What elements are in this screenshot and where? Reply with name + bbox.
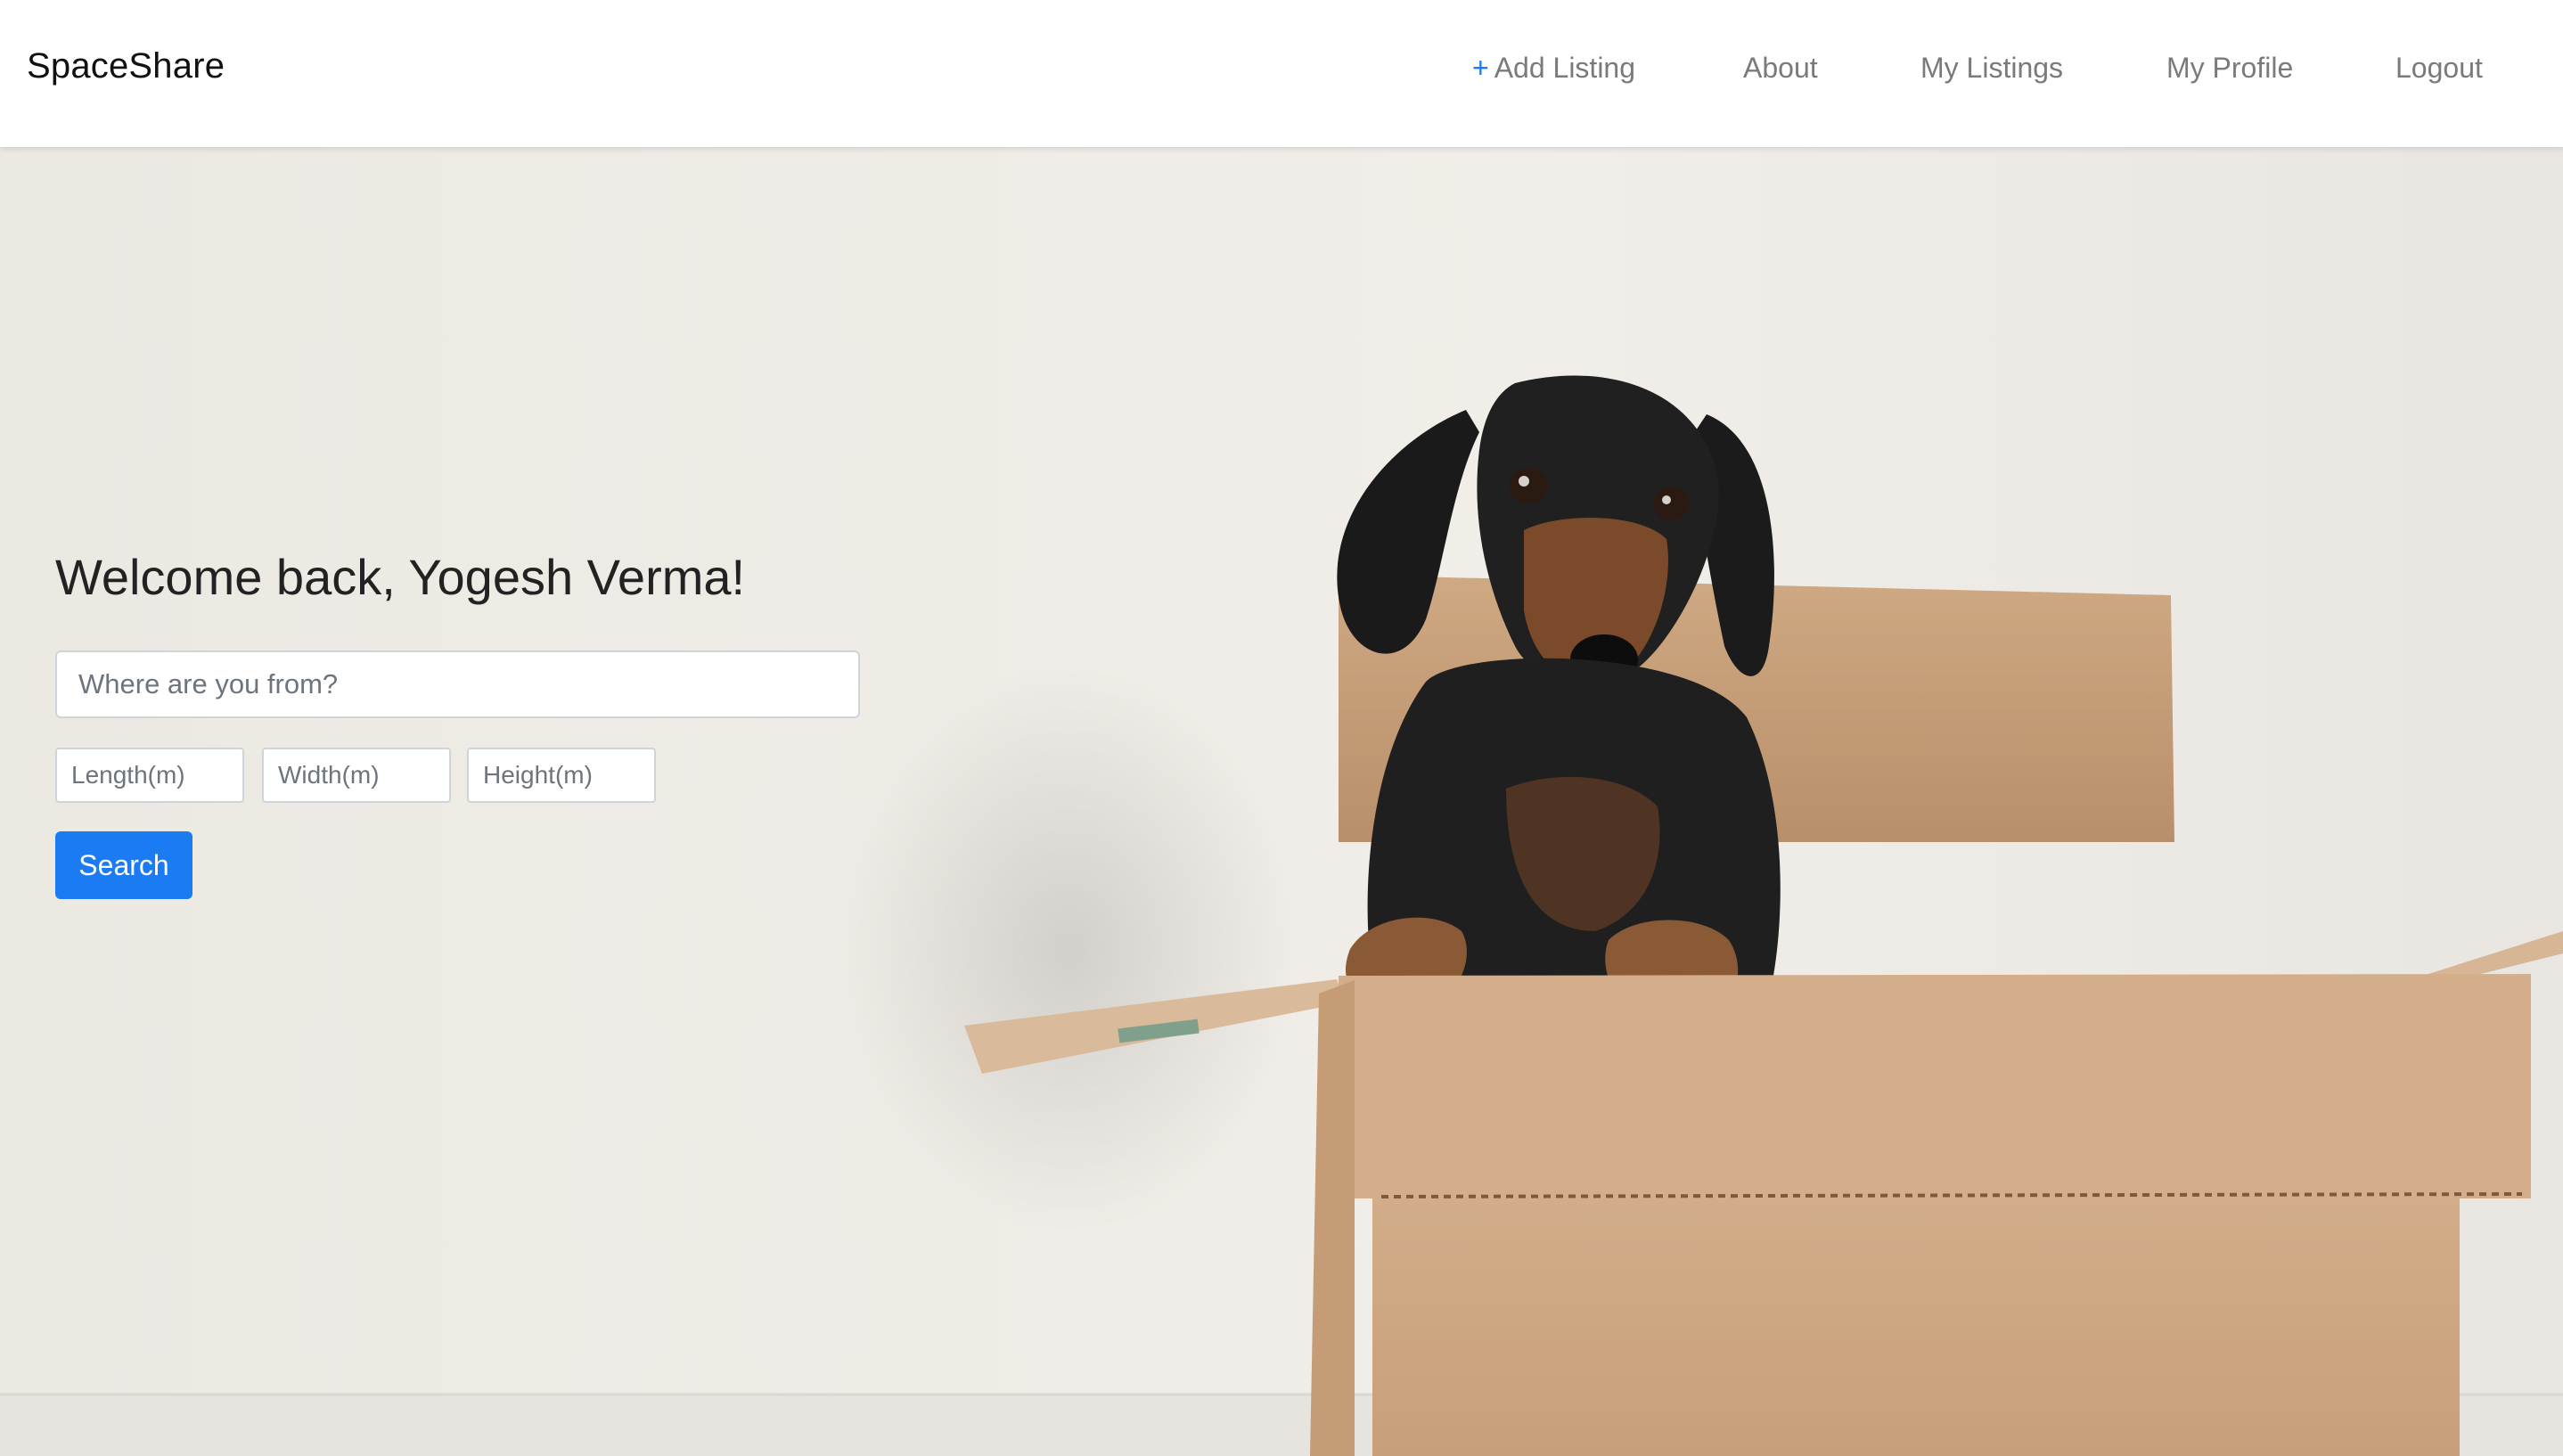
nav-my-listings[interactable]: My Listings [1920, 52, 2063, 85]
nav-add-listing[interactable]: + Add Listing [1472, 52, 1635, 85]
nav-my-profile[interactable]: My Profile [2166, 52, 2293, 85]
box-front-panel [1372, 1198, 2460, 1456]
top-navbar: SpaceShare + Add Listing About My Listing… [0, 0, 2563, 147]
plus-icon: + [1472, 52, 1489, 84]
nav-logout[interactable]: Logout [2395, 52, 2483, 85]
brand-logo[interactable]: SpaceShare [27, 46, 225, 86]
nav-about[interactable]: About [1743, 52, 1818, 85]
width-input[interactable] [262, 748, 451, 803]
nav-add-listing-label: Add Listing [1494, 52, 1636, 84]
location-search-input[interactable] [55, 650, 860, 718]
box-top-rim [1339, 974, 2531, 1198]
height-input[interactable] [467, 748, 656, 803]
length-input[interactable] [55, 748, 244, 803]
hero-section: Welcome back, Yogesh Verma! Search [0, 147, 2563, 1456]
search-button[interactable]: Search [55, 831, 192, 899]
welcome-heading: Welcome back, Yogesh Verma! [55, 549, 746, 605]
